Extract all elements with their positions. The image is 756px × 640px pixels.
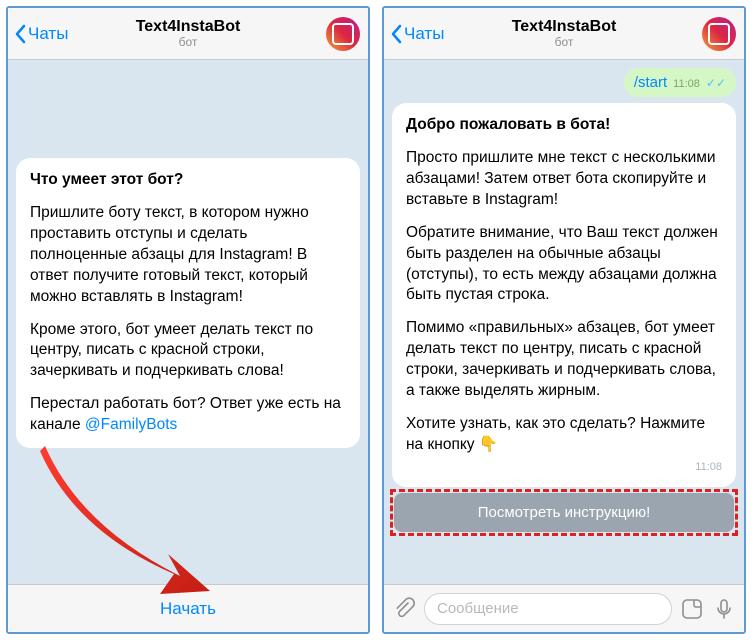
message-input[interactable]: Сообщение <box>424 593 672 625</box>
view-instructions-button[interactable]: Посмотреть инструкцию! <box>394 493 734 532</box>
out-time: 11:08 <box>673 78 700 90</box>
back-button[interactable]: Чаты <box>8 24 68 44</box>
chevron-left-icon <box>14 24 26 44</box>
welcome-p4: Хотите узнать, как это сделать? Нажмите … <box>406 414 722 456</box>
phone-left: Чаты Text4InstaBot бот Что умеет этот бо… <box>6 6 370 634</box>
mic-icon[interactable] <box>712 597 736 621</box>
chat-area: /start 11:08 ✓✓ Добро пожаловать в бота!… <box>384 60 744 584</box>
bot-avatar[interactable] <box>326 17 360 51</box>
chat-header: Чаты Text4InstaBot бот <box>8 8 368 60</box>
bot-avatar[interactable] <box>702 17 736 51</box>
welcome-p3: Помимо «правильных» абзацев, бот умеет д… <box>406 318 722 402</box>
card-p3: Перестал работать бот? Ответ уже есть на… <box>30 394 346 436</box>
chat-header: Чаты Text4InstaBot бот <box>384 8 744 60</box>
sticker-icon[interactable] <box>680 597 704 621</box>
start-button[interactable]: Начать <box>8 584 368 632</box>
phone-right: Чаты Text4InstaBot бот /start 11:08 ✓✓ Д… <box>382 6 746 634</box>
read-checks-icon: ✓✓ <box>706 76 726 90</box>
chevron-left-icon <box>390 24 402 44</box>
input-bar: Сообщение <box>384 584 744 632</box>
family-bots-link[interactable]: @FamilyBots <box>85 416 177 433</box>
back-label: Чаты <box>28 24 68 44</box>
back-button[interactable]: Чаты <box>384 24 444 44</box>
welcome-message: Добро пожаловать в бота! Просто пришлите… <box>392 103 736 487</box>
message-time: 11:08 <box>406 460 722 475</box>
welcome-heading: Добро пожаловать в бота! <box>406 116 610 133</box>
welcome-p1: Просто пришлите мне текст с несколькими … <box>406 148 722 211</box>
outgoing-message: /start 11:08 ✓✓ <box>624 68 736 97</box>
chat-area: Что умеет этот бот? Пришлите боту текст,… <box>8 60 368 584</box>
card-heading: Что умеет этот бот? <box>30 171 183 188</box>
welcome-p2: Обратите внимание, что Ваш текст должен … <box>406 223 722 307</box>
start-command: /start <box>634 74 667 91</box>
card-p2: Кроме этого, бот умеет делать текст по ц… <box>30 320 346 383</box>
attach-icon[interactable] <box>392 597 416 621</box>
card-p1: Пришлите боту текст, в котором нужно про… <box>30 203 346 308</box>
back-label: Чаты <box>404 24 444 44</box>
bot-description-card: Что умеет этот бот? Пришлите боту текст,… <box>16 158 360 448</box>
